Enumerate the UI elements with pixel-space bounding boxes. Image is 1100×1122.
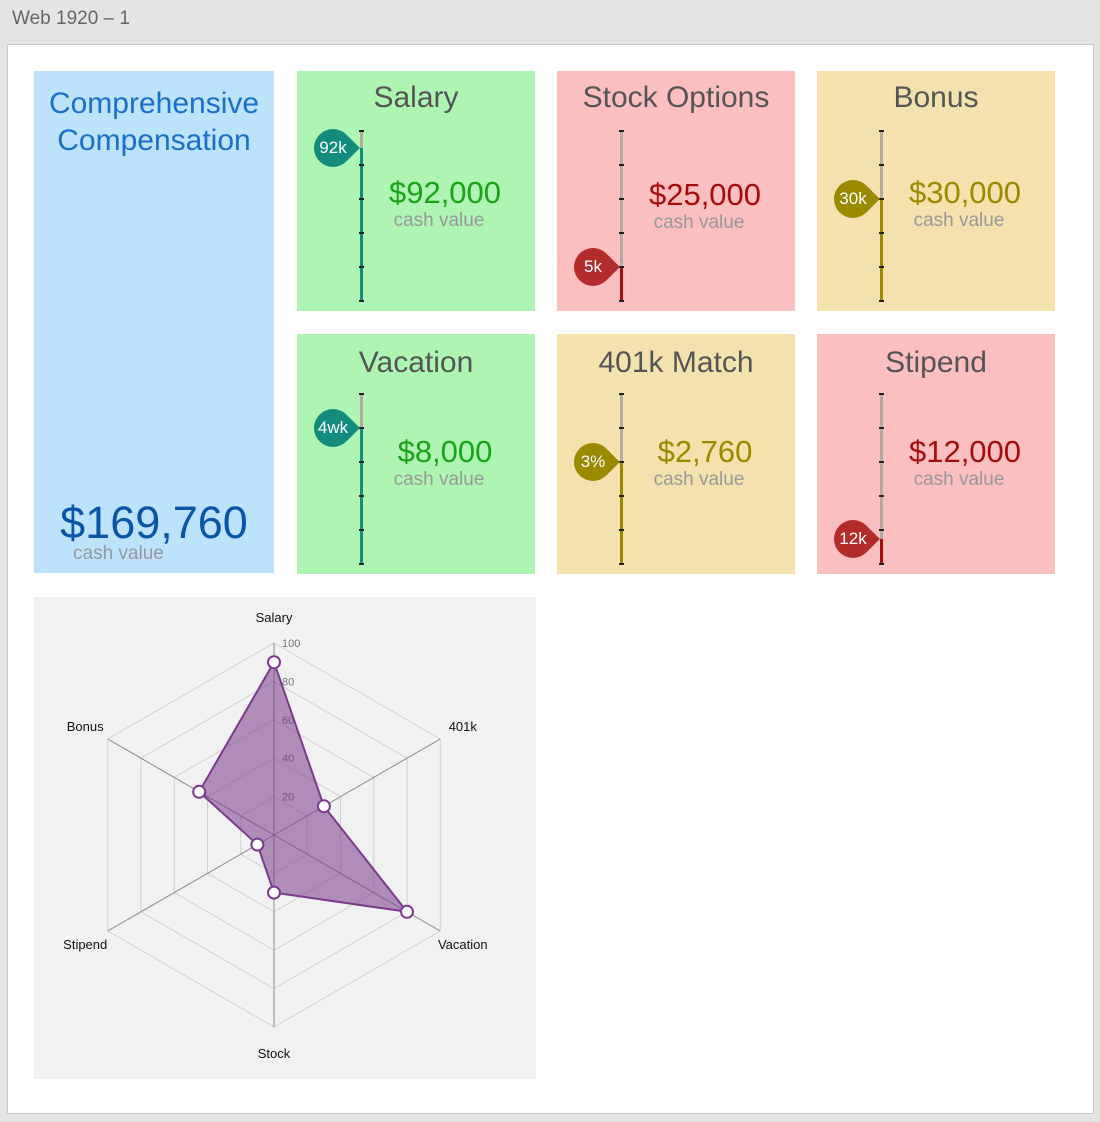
cash-value-label: cash value [393, 469, 485, 490]
card-title: Stock Options [582, 81, 770, 114]
radar-data-point [192, 784, 207, 799]
slider-tick [879, 300, 884, 302]
pin-label: 92k [319, 138, 347, 157]
radar-chart: 20406080100Salary401kVacationStockStipen… [63, 610, 488, 1061]
card-401k-match: 401k Match 3% $2,760 cash value [557, 334, 795, 574]
slider-tick [879, 266, 884, 268]
card-title: Stipend [885, 346, 987, 379]
radar-data-point [316, 799, 331, 814]
slider-tick [359, 529, 364, 531]
slider-tick [359, 198, 364, 200]
pin-label: 12k [839, 528, 867, 548]
slider-tick [619, 563, 624, 565]
card-vacation: Vacation 4wk $8,000 cash value [297, 334, 535, 574]
cash-amount: $8,000 [397, 434, 493, 469]
card-title: Vacation [358, 346, 474, 379]
radar-data-area [197, 659, 410, 914]
slider-tick [619, 130, 624, 132]
card-stipend: Stipend 12k $12,000 cash value [817, 334, 1055, 574]
slider-tick [879, 529, 884, 531]
slider-tick [359, 461, 364, 463]
slider-tick [359, 266, 364, 268]
slider-handle-pin[interactable]: 3% [566, 435, 620, 489]
window-title: Web 1920 – 1 [12, 8, 130, 29]
radar-category-label: 401k [449, 719, 478, 734]
slider-tick [359, 300, 364, 302]
card-title: Salary [373, 81, 459, 114]
cash-value-label: cash value [913, 210, 1005, 231]
slider-tick [619, 427, 624, 429]
slider-tick [359, 563, 364, 565]
slider-tick [619, 164, 624, 166]
cash-amount: $25,000 [648, 177, 762, 212]
cash-value-label: cash value [653, 469, 745, 490]
summary-title-line1: Comprehensive [48, 87, 260, 120]
card-bonus: Bonus 30k $30,000 cash value [817, 71, 1055, 311]
radar-tick-label: 80 [282, 676, 294, 688]
slider-handle-pin[interactable]: 4wk [306, 401, 360, 455]
pin-label: 5k [584, 257, 602, 276]
slider-handle-pin[interactable]: 5k [566, 240, 620, 294]
cash-amount: $92,000 [388, 175, 502, 210]
pin-label: 30k [839, 189, 867, 208]
slider-tick [879, 563, 884, 565]
slider-tick [359, 164, 364, 166]
summary-total: $169,760 [60, 497, 248, 548]
radar-data-point [400, 904, 415, 919]
slider-handle-pin[interactable]: 12k [826, 511, 880, 566]
slider-tick [619, 300, 624, 302]
cash-value-label: cash value [913, 469, 1005, 490]
slider-tick [879, 461, 884, 463]
radar-tick-label: 100 [282, 638, 300, 650]
card-salary: Salary 92k $92,000 cash value [297, 71, 535, 311]
slider-tick [619, 198, 624, 200]
radar-chart-panel: 20406080100Salary401kVacationStockStipen… [34, 597, 536, 1079]
radar-data-point [250, 837, 265, 852]
slider-tick [359, 130, 364, 132]
radar-category-label: Bonus [67, 719, 104, 734]
summary-card: Comprehensive Compensation $169,760 cash… [34, 71, 274, 573]
radar-category-label: Stipend [63, 937, 107, 952]
cash-amount: $30,000 [908, 175, 1022, 210]
radar-category-label: Salary [256, 610, 293, 625]
slider-tick [359, 393, 364, 395]
slider-tick [359, 232, 364, 234]
slider-tick [619, 529, 624, 531]
cash-amount: $2,760 [657, 434, 753, 469]
summary-sub: cash value [73, 543, 164, 564]
slider-tick [359, 495, 364, 497]
cash-amount: $12,000 [908, 434, 1022, 469]
summary-title: Comprehensive Compensation [34, 85, 274, 159]
slider-tick [879, 232, 884, 234]
slider-tick [879, 130, 884, 132]
cash-value-label: cash value [393, 210, 485, 231]
slider-tick [879, 427, 884, 429]
slider-tick [619, 393, 624, 395]
card-title: 401k Match [598, 346, 754, 379]
slider-fill [620, 267, 623, 301]
slider-tick [879, 164, 884, 166]
slider-fill [880, 538, 883, 564]
slider-tick [619, 495, 624, 497]
slider-handle-pin[interactable]: 92k [306, 121, 360, 175]
radar-spoke [107, 834, 275, 932]
artboard: Comprehensive Compensation $169,760 cash… [7, 44, 1094, 1114]
pin-label: 4wk [317, 418, 349, 437]
pin-label: 3% [580, 452, 606, 471]
radar-category-label: Stock [258, 1046, 291, 1061]
card-stock-options: Stock Options 5k $25,000 cash value [557, 71, 795, 311]
cash-value-label: cash value [653, 212, 745, 233]
card-title: Bonus [893, 81, 979, 114]
radar-data-point [267, 885, 281, 900]
slider-tick [879, 495, 884, 497]
summary-title-line2: Compensation [57, 124, 251, 157]
slider-tick [879, 393, 884, 395]
slider-handle-pin[interactable]: 30k [826, 172, 880, 226]
radar-data-point [267, 655, 281, 670]
radar-category-label: Vacation [438, 937, 488, 952]
